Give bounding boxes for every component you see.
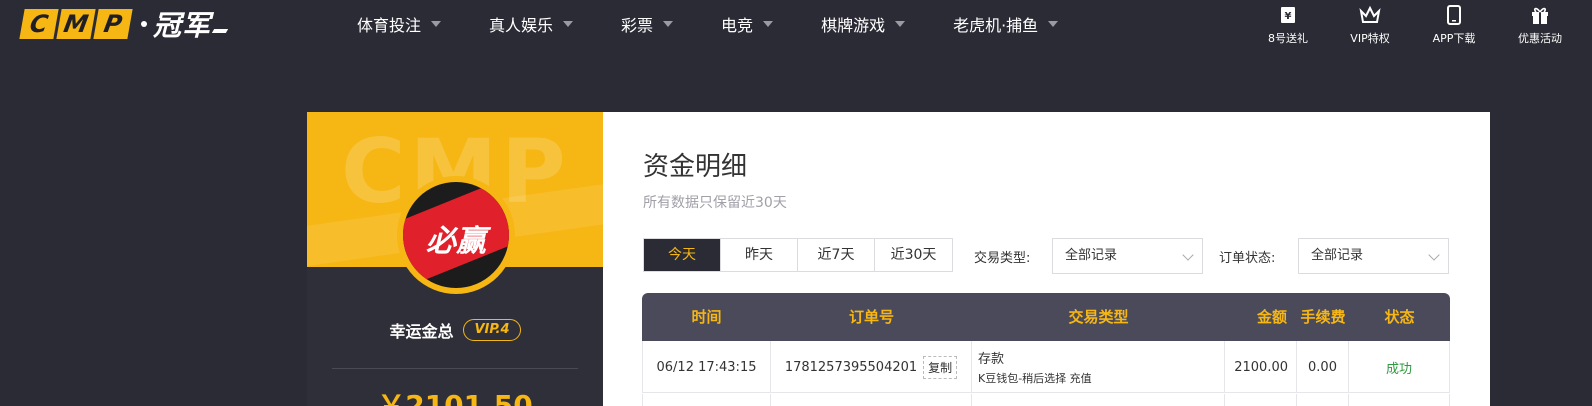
tab-last-30-days[interactable]: 近30天	[875, 239, 952, 271]
page-title: 资金明细	[643, 152, 748, 182]
quick-link-label: VIP特权	[1350, 32, 1390, 45]
account-balance: ￥2101.50	[377, 389, 533, 406]
chevron-down-icon	[663, 21, 674, 27]
menu-item-label: 老虎机·捕鱼	[953, 16, 1039, 35]
chevron-down-icon	[431, 21, 442, 27]
username-row: 幸运金总 VIP.4	[307, 318, 603, 342]
order-status-select[interactable]: 全部记录	[1298, 238, 1449, 274]
chevron-down-icon	[1048, 21, 1059, 27]
chevron-down-icon	[563, 21, 574, 27]
cell-time: 06/12 17:43:15	[642, 341, 771, 393]
chevron-down-icon	[763, 21, 774, 27]
quick-link-label: APP下载	[1432, 32, 1476, 45]
partial-cell	[1225, 394, 1297, 406]
menu-item-live-casino[interactable]: 真人娱乐	[489, 12, 574, 36]
phone-icon	[1443, 4, 1465, 26]
avatar[interactable]: 必赢	[397, 176, 515, 294]
quick-link-gift-8th[interactable]: ¥ 8号送礼	[1252, 4, 1324, 46]
order-status-value: 全部记录	[1311, 248, 1364, 263]
cell-transaction-type: 存款 K豆钱包-稍后选择 充值	[972, 341, 1225, 393]
transaction-type-main: 存款	[978, 352, 1005, 367]
tab-yesterday[interactable]: 昨天	[721, 239, 798, 271]
logo-letter-p: P	[93, 9, 133, 39]
chevron-down-icon	[1182, 249, 1194, 261]
logo-swoosh	[211, 29, 229, 33]
logo-dot	[141, 21, 147, 27]
main-menu: 体育投注 真人娱乐 彩票 电竞 棋牌游戏 老虎机·捕鱼	[357, 12, 1059, 36]
cell-order-no: 1781257395504201 复制	[771, 341, 972, 393]
table-row[interactable]: 06/12 17:43:15 1781257395504201 复制 存款 K豆…	[642, 341, 1450, 393]
partial-cell	[642, 394, 771, 406]
menu-item-label: 棋牌游戏	[821, 16, 886, 35]
column-header-time: 时间	[691, 308, 722, 326]
transaction-type-value: 全部记录	[1065, 248, 1118, 263]
top-navigation-bar: C M P 冠军 体育投注 真人娱乐 彩票 电竞 棋牌游戏 老虎机·捕鱼 ¥ 8…	[0, 0, 1592, 56]
menu-item-sports[interactable]: 体育投注	[357, 12, 442, 36]
table-header: 时间 订单号 交易类型 金额 手续费 状态	[642, 293, 1450, 341]
quick-link-app-download[interactable]: APP下载	[1418, 4, 1490, 46]
profile-panel: CMP 必赢 幸运金总 VIP.4 ￥2101.50	[307, 112, 603, 406]
menu-item-card-games[interactable]: 棋牌游戏	[821, 12, 906, 36]
menu-item-esports[interactable]: 电竞	[721, 12, 774, 36]
avatar-text: 必赢	[426, 224, 486, 259]
cell-fee: 0.00	[1297, 341, 1349, 393]
cell-status: 成功	[1349, 341, 1450, 393]
partial-cell	[771, 394, 972, 406]
partial-cell	[1297, 394, 1349, 406]
partial-cell	[972, 394, 1225, 406]
column-header-order-no: 订单号	[848, 308, 894, 326]
column-header-type: 交易类型	[1068, 308, 1129, 326]
menu-item-label: 体育投注	[357, 16, 422, 35]
transaction-type-select[interactable]: 全部记录	[1052, 238, 1203, 274]
column-header-status: 状态	[1384, 308, 1415, 326]
gift-box-icon	[1529, 4, 1551, 26]
profile-divider	[332, 368, 578, 369]
tab-today[interactable]: 今天	[644, 239, 721, 271]
quick-link-label: 8号送礼	[1268, 32, 1308, 45]
quick-link-promotions[interactable]: 优惠活动	[1504, 4, 1576, 46]
svg-text:¥: ¥	[1285, 11, 1292, 22]
brand-logo[interactable]: C M P 冠军	[19, 8, 229, 42]
avatar-image: 必赢	[403, 182, 509, 288]
table-row-partial	[642, 394, 1450, 406]
chevron-down-icon	[1428, 249, 1440, 261]
quick-link-vip[interactable]: VIP特权	[1334, 4, 1406, 46]
menu-item-label: 彩票	[621, 16, 654, 35]
transactions-table: 时间 订单号 交易类型 金额 手续费 状态 06/12 17:43:15 178…	[642, 293, 1450, 406]
column-header-amount: 金额	[1256, 308, 1287, 326]
fund-details-panel: 资金明细 所有数据只保留近30天 今天 昨天 近7天 近30天 交易类型: 全部…	[603, 112, 1490, 406]
partial-cell	[1349, 394, 1450, 406]
chevron-down-icon	[895, 21, 906, 27]
transaction-type-label: 交易类型:	[974, 251, 1031, 266]
gift-ticket-icon: ¥	[1277, 4, 1299, 26]
column-header-fee: 手续费	[1300, 308, 1346, 326]
copy-order-button[interactable]: 复制	[923, 355, 958, 379]
quick-link-label: 优惠活动	[1518, 32, 1562, 45]
username: 幸运金总	[389, 322, 454, 341]
order-status-label: 订单状态:	[1219, 251, 1276, 266]
page-subtitle: 所有数据只保留近30天	[643, 195, 787, 211]
transaction-type-detail: K豆钱包-稍后选择 充值	[978, 372, 1092, 385]
logo-letter-m: M	[56, 9, 96, 39]
order-number: 1781257395504201	[784, 359, 918, 375]
menu-item-slots-fishing[interactable]: 老虎机·捕鱼	[953, 12, 1059, 36]
logo-letter-c: C	[19, 9, 59, 39]
menu-item-lottery[interactable]: 彩票	[621, 12, 674, 36]
tab-last-7-days[interactable]: 近7天	[798, 239, 875, 271]
logo-brand-name: 冠军	[153, 9, 212, 42]
date-range-tabs: 今天 昨天 近7天 近30天	[643, 238, 953, 272]
crown-icon	[1359, 4, 1381, 26]
vip-level-badge[interactable]: VIP.4	[463, 319, 521, 341]
menu-item-label: 电竞	[721, 16, 754, 35]
menu-item-label: 真人娱乐	[489, 16, 554, 35]
cell-amount: 2100.00	[1225, 341, 1297, 393]
